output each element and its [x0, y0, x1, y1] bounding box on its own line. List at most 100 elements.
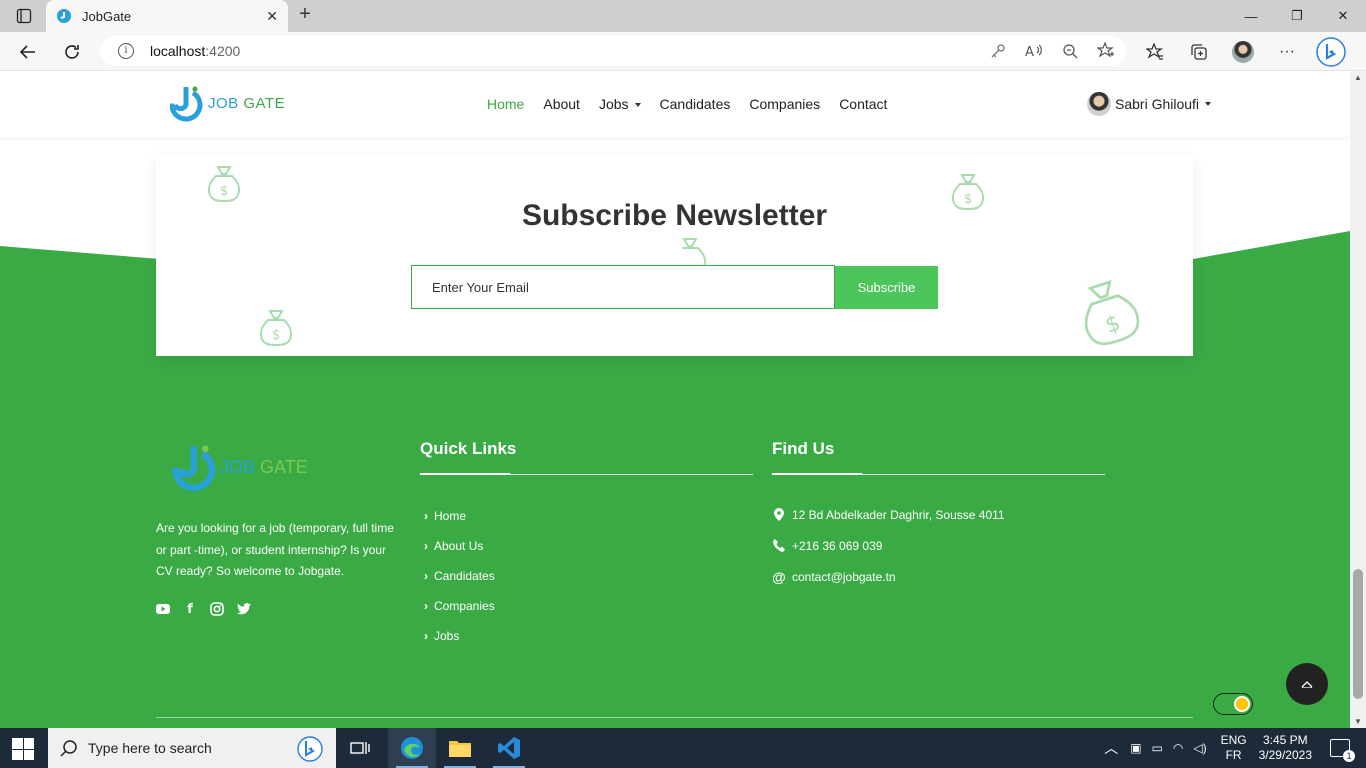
- scrollbar-thumb[interactable]: [1353, 569, 1363, 699]
- quick-link-jobs[interactable]: › Jobs: [424, 621, 495, 651]
- page-scrollbar[interactable]: ▲ ▼: [1350, 71, 1366, 728]
- volume-icon[interactable]: ◁): [1193, 741, 1206, 755]
- restore-button[interactable]: ❐: [1274, 0, 1320, 32]
- scroll-to-top-button[interactable]: [1286, 663, 1328, 705]
- instagram-icon[interactable]: [210, 602, 224, 616]
- browser-tab-bar: JobGate ✕ + — ❐ ✕: [0, 0, 1366, 32]
- more-menu-icon[interactable]: ···: [1272, 38, 1302, 66]
- edge-taskbar-icon[interactable]: [388, 728, 436, 768]
- zoom-out-icon[interactable]: [1060, 41, 1080, 61]
- site-logo[interactable]: JOB GATE: [170, 83, 285, 123]
- site-navbar: JOB GATE Home About Jobs Candidates Comp…: [0, 71, 1350, 137]
- newsletter-email-input[interactable]: [411, 265, 835, 309]
- camera-icon[interactable]: ▣: [1130, 741, 1141, 755]
- find-us-underline: [772, 473, 1105, 475]
- at-sign-icon: @: [772, 568, 786, 585]
- taskbar-clock[interactable]: 3:45 PM 3/29/2023: [1259, 733, 1312, 763]
- quick-link-candidates[interactable]: › Candidates: [424, 561, 495, 591]
- youtube-icon[interactable]: [156, 602, 170, 616]
- chevron-up-icon[interactable]: ︿: [1104, 738, 1118, 758]
- svg-text:$: $: [220, 184, 228, 199]
- language-indicator[interactable]: ENG FR: [1221, 733, 1247, 763]
- back-button[interactable]: [14, 38, 42, 66]
- close-window-button[interactable]: ✕: [1320, 0, 1366, 32]
- add-favorite-icon[interactable]: [1096, 41, 1116, 61]
- money-bag-icon: $: [207, 166, 241, 203]
- theme-toggle[interactable]: [1213, 693, 1253, 715]
- user-menu[interactable]: Sabri Ghiloufi: [1087, 92, 1212, 116]
- footer-logo[interactable]: JOB GATE: [172, 441, 308, 493]
- browser-right-tools: ···: [1140, 37, 1346, 67]
- nav-home[interactable]: Home: [487, 96, 524, 112]
- user-name: Sabri Ghiloufi: [1115, 96, 1200, 112]
- chevron-right-icon: ›: [424, 509, 428, 523]
- browser-tab[interactable]: JobGate ✕: [46, 0, 288, 32]
- tab-actions-button[interactable]: [8, 6, 40, 26]
- vscode-icon[interactable]: [485, 728, 533, 768]
- footer-phone[interactable]: +216 36 069 039: [772, 530, 1005, 561]
- search-icon: [60, 740, 77, 757]
- bing-icon: [297, 736, 323, 762]
- battery-icon[interactable]: ▭: [1152, 741, 1163, 755]
- user-avatar: [1087, 92, 1111, 116]
- newsletter-card: $ $ $ $ Subscribe Newsletter Subscribe: [156, 156, 1193, 356]
- svg-text:A: A: [1025, 45, 1034, 59]
- minimize-button[interactable]: —: [1228, 0, 1274, 32]
- footer-description: Are you looking for a job (temporary, fu…: [156, 521, 394, 578]
- favorites-icon[interactable]: [1140, 38, 1170, 66]
- scroll-down-arrow-icon[interactable]: ▼: [1353, 717, 1363, 726]
- social-links: f: [156, 602, 251, 617]
- profile-avatar[interactable]: [1228, 38, 1258, 66]
- quick-links-list: › Home › About Us › Candidates › Companies ›…: [424, 501, 495, 651]
- nav-jobs[interactable]: Jobs: [599, 96, 641, 112]
- map-pin-icon: [772, 508, 786, 522]
- facebook-icon[interactable]: f: [183, 602, 197, 617]
- tab-close-icon[interactable]: ✕: [266, 8, 278, 25]
- collections-icon[interactable]: [1184, 38, 1214, 66]
- page-viewport: JOB GATE Home About Jobs Candidates Comp…: [0, 71, 1350, 728]
- chevron-right-icon: ›: [424, 569, 428, 583]
- scroll-up-arrow-icon[interactable]: ▲: [1353, 73, 1363, 82]
- bing-chat-icon[interactable]: [1316, 37, 1346, 67]
- chevron-up-icon: [1301, 681, 1313, 688]
- tab-actions-icon: [16, 8, 32, 24]
- twitter-icon[interactable]: [237, 602, 251, 616]
- key-icon[interactable]: [988, 41, 1008, 61]
- notification-count: 1: [1343, 750, 1355, 762]
- jobgate-logo-icon: [172, 445, 216, 492]
- tab-title: JobGate: [82, 8, 132, 24]
- quick-link-about[interactable]: › About Us: [424, 531, 495, 561]
- windows-taskbar: Type here to search ︿ ▣ ▭ ◠ ◁) ENG FR 3:4…: [0, 728, 1366, 768]
- notifications-icon[interactable]: 1: [1330, 739, 1355, 762]
- main-nav: Home About Jobs Candidates Companies Con…: [487, 96, 887, 112]
- sun-icon: [1234, 696, 1250, 712]
- footer-email[interactable]: @ contact@jobgate.tn: [772, 561, 1005, 592]
- wifi-icon[interactable]: ◠: [1173, 741, 1183, 755]
- taskbar-search-box[interactable]: Type here to search: [48, 728, 336, 768]
- task-view-icon[interactable]: [336, 728, 384, 768]
- find-us-list: 12 Bd Abdelkader Daghrir, Sousse 4011 +2…: [772, 499, 1005, 592]
- nav-companies[interactable]: Companies: [749, 96, 820, 112]
- quick-links-underline: [420, 473, 753, 475]
- taskbar-search-placeholder: Type here to search: [88, 740, 212, 756]
- refresh-button[interactable]: [58, 38, 86, 66]
- file-explorer-icon[interactable]: [436, 728, 484, 768]
- read-aloud-icon[interactable]: A: [1024, 41, 1044, 61]
- address-bar[interactable]: i localhost:4200 A: [100, 36, 1126, 66]
- site-info-icon[interactable]: i: [118, 43, 134, 59]
- address-bar-icons: A: [988, 41, 1116, 61]
- back-arrow-icon: [19, 45, 35, 59]
- nav-about[interactable]: About: [543, 96, 580, 112]
- refresh-icon: [65, 45, 79, 59]
- chevron-right-icon: ›: [424, 629, 428, 643]
- quick-link-home[interactable]: › Home: [424, 501, 495, 531]
- nav-candidates[interactable]: Candidates: [660, 96, 731, 112]
- quick-link-companies[interactable]: › Companies: [424, 591, 495, 621]
- logo-text: JOB GATE: [208, 94, 286, 112]
- subscribe-button[interactable]: Subscribe: [835, 266, 938, 309]
- newsletter-title: Subscribe Newsletter: [521, 199, 828, 232]
- windows-start-icon[interactable]: [12, 738, 34, 760]
- address-url: localhost:4200: [150, 43, 241, 59]
- new-tab-button[interactable]: +: [294, 4, 316, 26]
- nav-contact[interactable]: Contact: [839, 96, 887, 112]
